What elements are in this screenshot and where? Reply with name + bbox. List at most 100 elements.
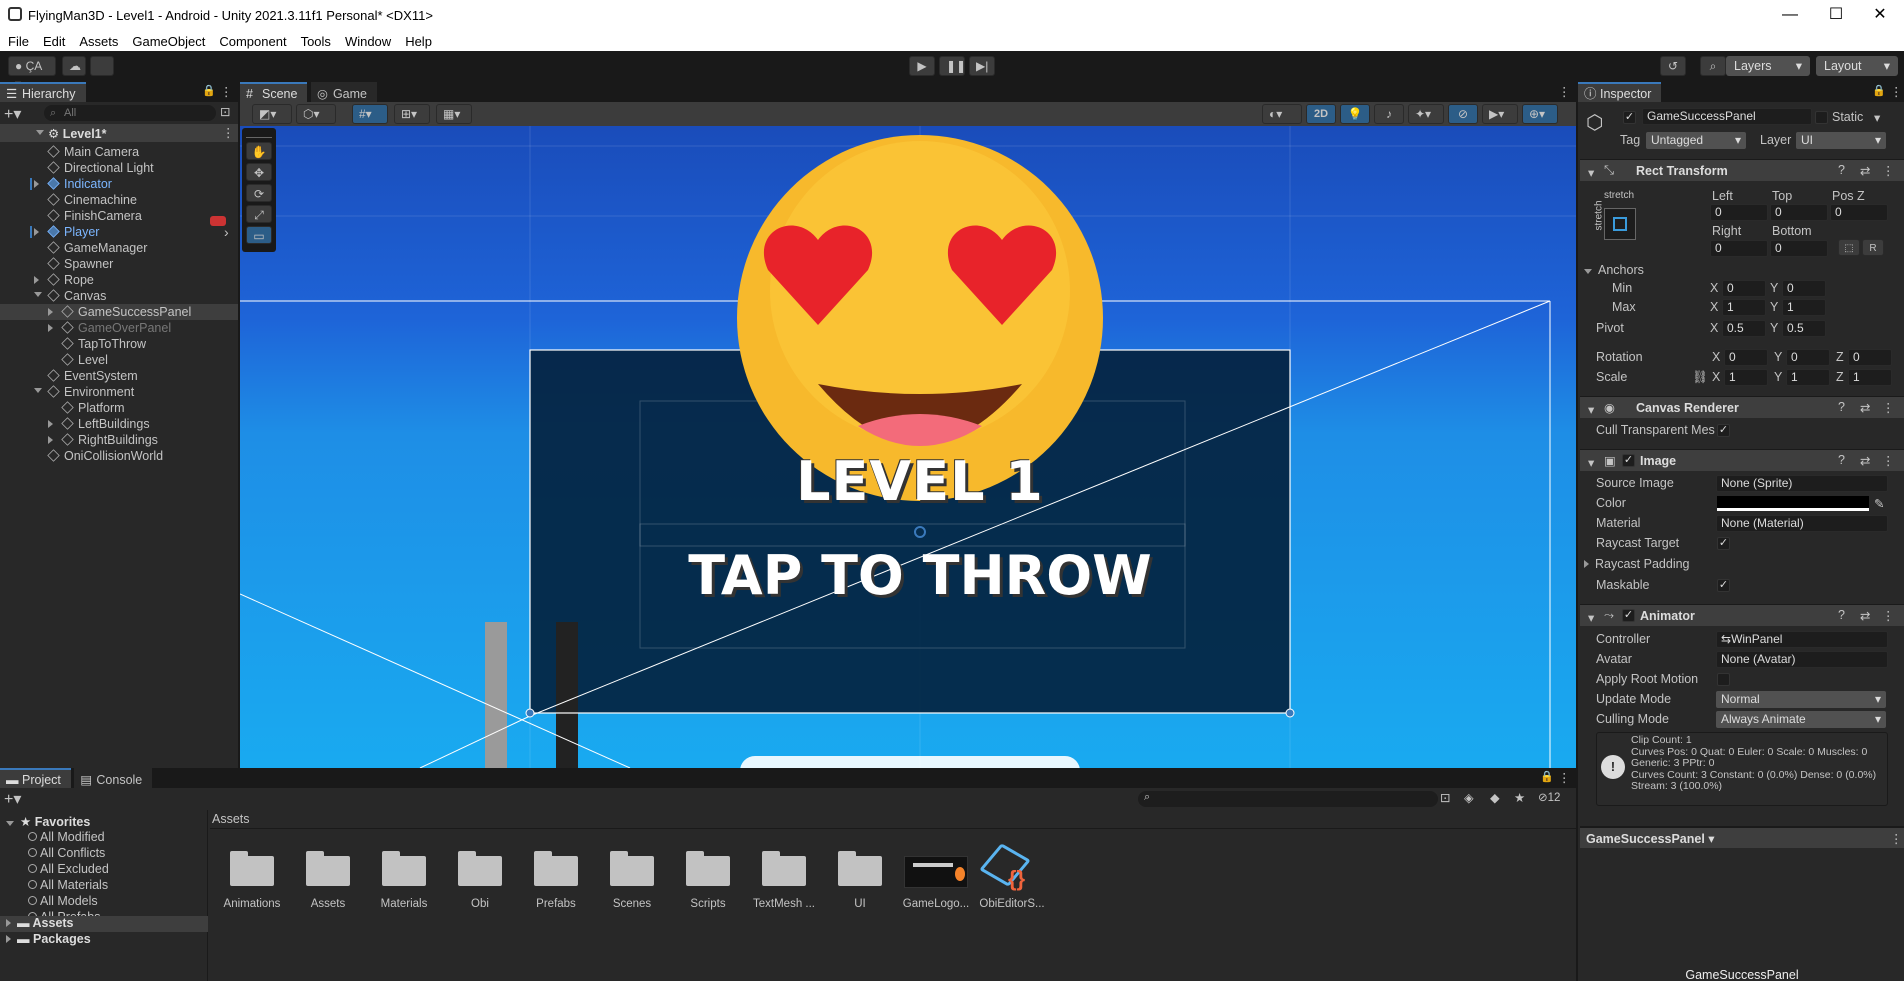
hierarchy-item[interactable]: EventSystem xyxy=(0,368,238,384)
hand-tool-icon[interactable]: ✋ xyxy=(246,142,272,160)
layer-dropdown[interactable]: UI ▾ xyxy=(1796,132,1886,149)
project-search-input[interactable]: ⌕ xyxy=(1138,791,1438,807)
collapse-arrow-icon[interactable] xyxy=(34,388,42,393)
assets-root[interactable]: ▬ Assets xyxy=(0,916,208,932)
tab-game[interactable]: ◎ Game xyxy=(310,82,377,102)
tag-icon[interactable]: ◆ xyxy=(1490,790,1500,805)
help-icon[interactable]: ? xyxy=(1838,400,1845,414)
scale-y[interactable]: 1 xyxy=(1786,369,1830,386)
rotation-x[interactable]: 0 xyxy=(1724,349,1768,366)
folder-icon[interactable] xyxy=(760,848,808,886)
static-checkbox[interactable] xyxy=(1815,111,1828,124)
filter-by-label-icon[interactable]: ◈ xyxy=(1464,790,1474,805)
help-icon[interactable]: ? xyxy=(1838,453,1845,467)
cloud-icon[interactable]: ☁ xyxy=(62,56,86,76)
anchor-min-y[interactable]: 0 xyxy=(1782,280,1826,297)
layers-dropdown[interactable]: Layers ▾ xyxy=(1726,56,1810,76)
step-icon[interactable]: ▶| xyxy=(969,56,995,76)
hierarchy-item[interactable]: Platform xyxy=(0,400,238,416)
rotation-z[interactable]: 0 xyxy=(1848,349,1892,366)
favorites-header[interactable]: ★ Favorites xyxy=(6,814,90,829)
hierarchy-item[interactable]: LeftBuildings xyxy=(0,416,238,432)
folder-icon[interactable] xyxy=(228,848,276,886)
tab-project[interactable]: ▬ Project xyxy=(0,768,71,788)
audio-icon[interactable]: ♪ xyxy=(1374,104,1404,124)
account-button[interactable]: ● ÇA ▾ xyxy=(8,56,56,91)
object-name-field[interactable]: GameSuccessPanel xyxy=(1642,108,1812,125)
raw-edit-button[interactable]: R xyxy=(1862,239,1884,256)
tab-scene[interactable]: # Scene xyxy=(240,82,308,102)
hierarchy-item[interactable]: Spawner xyxy=(0,256,238,272)
apply-root-motion-checkbox[interactable] xyxy=(1717,673,1730,686)
tab-inspector[interactable]: ⓘ Inspector xyxy=(1578,82,1662,102)
cull-transparent-checkbox[interactable]: ✓ xyxy=(1717,424,1730,437)
favorite-item[interactable]: All Conflicts xyxy=(40,846,105,860)
expand-arrow-icon[interactable] xyxy=(34,228,39,236)
lock-icon[interactable]: 🔒 xyxy=(1872,84,1886,97)
hierarchy-item[interactable]: OniCollisionWorld xyxy=(0,448,238,464)
anchor-max-y[interactable]: 1 xyxy=(1782,299,1826,316)
tab-console[interactable]: ▤ Console xyxy=(74,768,153,788)
rect-transform-header[interactable]: ▾ ⤡ Rect Transform ? ⇄ ⋮ xyxy=(1580,159,1904,181)
preset-icon[interactable]: ⇄ xyxy=(1860,453,1870,468)
component-more-icon[interactable]: ⋮ xyxy=(1882,400,1895,415)
menu-edit[interactable]: Edit xyxy=(43,34,65,49)
hierarchy-search-input[interactable]: ⌕ All xyxy=(44,105,216,121)
tab-hierarchy[interactable]: ☰ Hierarchy xyxy=(0,82,86,102)
link-icon[interactable]: ⛓ xyxy=(1692,370,1708,385)
static-dropdown-icon[interactable]: ▾ xyxy=(1874,110,1880,125)
preset-icon[interactable]: ⇄ xyxy=(1860,163,1870,178)
more-icon[interactable]: ⋮ xyxy=(220,84,233,99)
history-icon[interactable]: ↺ xyxy=(1660,56,1686,76)
move-tool-icon[interactable]: ✥ xyxy=(246,163,272,181)
canvas-renderer-header[interactable]: ▾ ◉ Canvas Renderer ? ⇄ ⋮ xyxy=(1580,396,1904,418)
folder-icon[interactable] xyxy=(380,848,428,886)
hierarchy-item[interactable]: Environment xyxy=(0,384,238,400)
menu-gameobject[interactable]: GameObject xyxy=(132,34,205,49)
menu-component[interactable]: Component xyxy=(219,34,286,49)
tag-dropdown[interactable]: Untagged ▾ xyxy=(1646,132,1746,149)
menu-window[interactable]: Window xyxy=(345,34,391,49)
menu-assets[interactable]: Assets xyxy=(79,34,118,49)
anchor-preset-button[interactable] xyxy=(1604,208,1636,240)
menu-file[interactable]: File xyxy=(8,34,29,49)
play-icon[interactable]: ▶ xyxy=(909,56,935,76)
rotate-tool-icon[interactable]: ⟳ xyxy=(246,184,272,202)
image-header[interactable]: ▾ ▣ ✓ Image ? ⇄ ⋮ xyxy=(1580,449,1904,471)
right-field[interactable]: 0 xyxy=(1710,240,1768,257)
collapse-arrow-icon[interactable]: ▾ xyxy=(1588,610,1594,625)
eyedropper-icon[interactable]: ✎ xyxy=(1874,496,1884,511)
scene-row[interactable]: ⚙ Level1* ⋮ xyxy=(0,124,238,142)
lock-icon[interactable]: 🔒 xyxy=(202,84,216,97)
close-icon[interactable]: ✕ xyxy=(1866,4,1894,26)
anchor-min-x[interactable]: 0 xyxy=(1722,280,1766,297)
scale-x[interactable]: 1 xyxy=(1724,369,1768,386)
hierarchy-item[interactable]: FinishCamera xyxy=(0,208,238,224)
pivot-y[interactable]: 0.5 xyxy=(1782,320,1826,337)
folder-icon[interactable] xyxy=(304,848,352,886)
folder-icon[interactable] xyxy=(608,848,656,886)
hierarchy-item[interactable]: Player › xyxy=(0,224,238,240)
gizmo-sphere-icon[interactable]: ◐▾ xyxy=(1262,104,1302,124)
hidden-objects-icon[interactable]: ⊘ xyxy=(1448,104,1478,124)
raycast-padding-foldout[interactable]: Raycast Padding xyxy=(1584,557,1690,571)
hierarchy-item[interactable]: TapToThrow xyxy=(0,336,238,352)
packages-root[interactable]: ▬ Packages xyxy=(6,932,91,946)
collapse-arrow-icon[interactable] xyxy=(34,292,42,297)
pause-icon[interactable]: ❚❚ xyxy=(939,56,966,76)
script-asset-icon[interactable]: {} xyxy=(979,843,1036,891)
search-icon[interactable]: ⌕ xyxy=(1700,56,1726,76)
favorite-icon[interactable]: ★ xyxy=(1514,790,1525,805)
preset-icon[interactable]: ⇄ xyxy=(1860,400,1870,415)
folder-icon[interactable] xyxy=(456,848,504,886)
scale-z[interactable]: 1 xyxy=(1848,369,1892,386)
favorite-item[interactable]: All Models xyxy=(40,894,98,908)
scene-more-icon[interactable]: ⋮ xyxy=(222,125,235,140)
help-icon[interactable]: ? xyxy=(1838,163,1845,177)
hierarchy-item[interactable]: GameSuccessPanel xyxy=(0,304,238,320)
folder-icon[interactable] xyxy=(532,848,580,886)
favorite-item[interactable]: All Modified xyxy=(40,830,105,844)
hierarchy-item[interactable]: Level xyxy=(0,352,238,368)
animator-enabled-checkbox[interactable]: ✓ xyxy=(1622,609,1635,622)
draw-mode-icon[interactable]: ◩▾ xyxy=(252,104,292,124)
